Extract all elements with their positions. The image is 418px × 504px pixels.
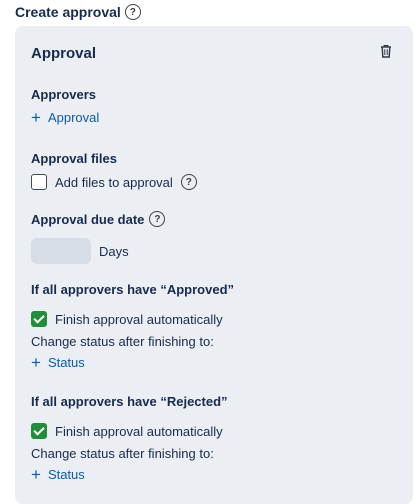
approvers-label-text: Approvers bbox=[31, 87, 97, 102]
help-icon[interactable]: ? bbox=[149, 211, 166, 227]
page-title: Create approval bbox=[15, 4, 121, 20]
card-title: Approval bbox=[31, 45, 97, 62]
rejected-change-status-text: Change status after finishing to: bbox=[31, 446, 214, 461]
approved-finish-row[interactable]: Finish approval automatically bbox=[31, 311, 223, 327]
help-icon[interactable]: ? bbox=[124, 4, 141, 20]
due-date-label: Approval due date ? bbox=[31, 211, 166, 227]
approved-rule-label-text: If all approvers have “Approved” bbox=[31, 282, 235, 297]
plus-icon: + bbox=[31, 353, 41, 372]
rejected-status-label: Status bbox=[47, 467, 85, 482]
days-unit: Days bbox=[99, 243, 129, 259]
rejected-rule-label: If all approvers have “Rejected” bbox=[31, 394, 228, 409]
rejected-finish-label: Finish approval automatically bbox=[55, 423, 223, 439]
add-files-checkbox[interactable] bbox=[31, 174, 47, 190]
rejected-finish-checkbox[interactable] bbox=[31, 423, 47, 439]
plus-icon: + bbox=[31, 465, 41, 484]
approved-finish-checkbox[interactable] bbox=[31, 311, 47, 327]
trash-icon[interactable] bbox=[380, 44, 392, 58]
approved-status-button[interactable]: + Status bbox=[31, 354, 85, 371]
approval-files-label: Approval files bbox=[31, 151, 117, 166]
rejected-status-button[interactable]: + Status bbox=[31, 466, 85, 483]
due-date-label-text: Approval due date bbox=[31, 211, 145, 227]
approval-card: Approval Approvers + Approval Approval f… bbox=[15, 26, 413, 504]
due-days-input[interactable] bbox=[31, 238, 91, 264]
create-approval-header: Create approval ? bbox=[15, 4, 141, 20]
rejected-rule-label-text: If all approvers have “Rejected” bbox=[31, 394, 228, 409]
add-approver-button[interactable]: + Approval bbox=[31, 109, 99, 126]
approved-finish-label: Finish approval automatically bbox=[55, 311, 223, 327]
approval-files-label-text: Approval files bbox=[31, 151, 117, 166]
approvers-label: Approvers bbox=[31, 87, 96, 102]
approved-rule-label: If all approvers have “Approved” bbox=[31, 282, 234, 297]
approved-status-label: Status bbox=[47, 355, 85, 370]
help-icon[interactable]: ? bbox=[180, 174, 197, 190]
due-date-row: Days bbox=[31, 238, 129, 264]
plus-icon: + bbox=[31, 108, 41, 127]
add-approver-label: Approval bbox=[47, 110, 100, 125]
add-files-checkbox-row[interactable]: Add files to approval ? bbox=[31, 174, 197, 190]
rejected-finish-row[interactable]: Finish approval automatically bbox=[31, 423, 223, 439]
approved-change-status-text: Change status after finishing to: bbox=[31, 334, 214, 349]
add-files-label: Add files to approval bbox=[55, 174, 173, 190]
